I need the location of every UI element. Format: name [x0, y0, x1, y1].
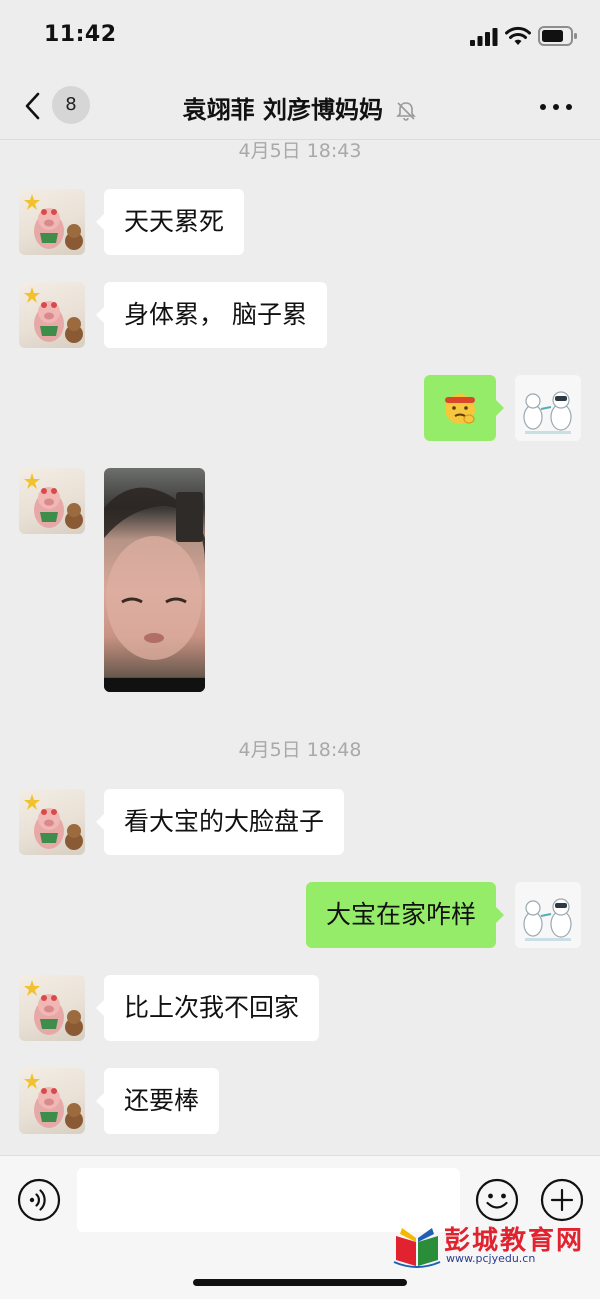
- thinking-face-emoji-icon: [445, 394, 475, 424]
- wifi-icon: [505, 26, 531, 45]
- outgoing-emoji-bubble[interactable]: [424, 375, 504, 441]
- incoming-message-bubble[interactable]: 天天累死: [95, 189, 245, 255]
- smiley-icon[interactable]: [475, 1178, 519, 1222]
- mute-bell-icon: [396, 102, 417, 121]
- contact-avatar[interactable]: [19, 789, 85, 855]
- incoming-message-bubble[interactable]: 还要棒: [95, 1068, 220, 1134]
- chat-header: 8 袁翊菲 刘彦博妈妈: [0, 72, 600, 140]
- status-time: 11:42: [44, 22, 117, 47]
- book-logo-icon: [393, 1228, 441, 1268]
- plus-icon[interactable]: [540, 1178, 584, 1222]
- message-timestamp: 4月5日 18:48: [238, 739, 362, 761]
- cellular-signal-icon: [470, 28, 498, 46]
- status-bar: 11:42: [0, 0, 600, 72]
- more-dot-icon: [540, 104, 546, 110]
- piglet-avatar-icon: [24, 473, 83, 529]
- incoming-photo-message[interactable]: [104, 468, 205, 692]
- bear-doctors-avatar-icon: [515, 375, 581, 441]
- my-avatar[interactable]: [515, 375, 581, 441]
- chat-title: 袁翊菲 刘彦博妈妈: [182, 96, 383, 124]
- more-dot-icon: [566, 104, 572, 110]
- my-avatar[interactable]: [515, 882, 581, 948]
- incoming-message-bubble[interactable]: 比上次我不回家: [95, 975, 320, 1041]
- piglet-avatar-icon: [24, 980, 83, 1036]
- contact-avatar[interactable]: [19, 282, 85, 348]
- contact-avatar[interactable]: [19, 975, 85, 1041]
- video-call-inset: [176, 492, 203, 542]
- contact-avatar[interactable]: [19, 1068, 85, 1134]
- battery-icon: [538, 26, 577, 46]
- watermark-url: www.pcjyedu.cn: [446, 1252, 536, 1265]
- bear-doctors-avatar-icon: [515, 882, 581, 948]
- incoming-message-bubble[interactable]: 看大宝的大脸盘子: [95, 789, 345, 855]
- piglet-avatar-icon: [24, 194, 83, 250]
- contact-avatar[interactable]: [19, 189, 85, 255]
- home-indicator[interactable]: [193, 1279, 407, 1286]
- piglet-avatar-icon: [24, 287, 83, 343]
- incoming-message-bubble[interactable]: 身体累， 脑子累: [96, 282, 327, 348]
- message-timestamp: 4月5日 18:43: [238, 140, 362, 162]
- site-watermark: 彭城教育网 www.pcjyedu.cn: [392, 1220, 592, 1270]
- piglet-avatar-icon: [24, 1073, 83, 1129]
- contact-avatar[interactable]: [19, 468, 85, 534]
- more-dot-icon: [553, 104, 559, 110]
- chat-title-container: 袁翊菲 刘彦博妈妈: [0, 90, 600, 125]
- voice-icon[interactable]: [17, 1178, 61, 1222]
- outgoing-message-bubble[interactable]: 大宝在家咋样: [305, 882, 505, 948]
- more-options-button[interactable]: [536, 94, 576, 118]
- piglet-avatar-icon: [24, 794, 83, 850]
